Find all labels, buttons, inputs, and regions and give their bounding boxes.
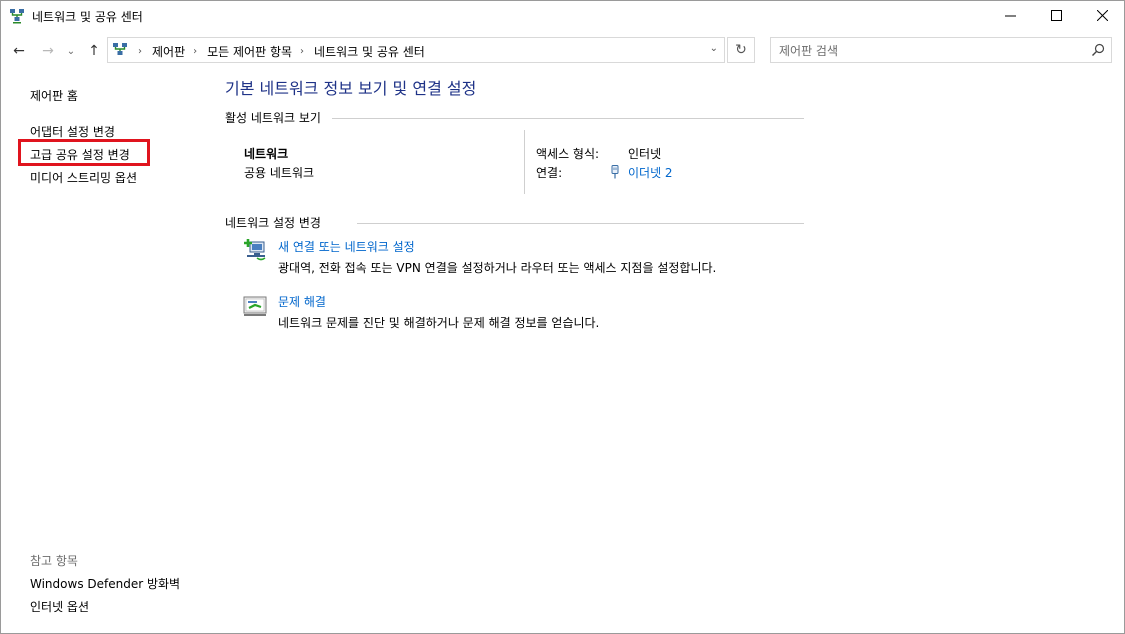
section-divider	[332, 118, 804, 119]
troubleshoot-link[interactable]: 문제 해결	[278, 293, 326, 310]
breadcrumb-separator[interactable]: ›	[138, 46, 142, 57]
section-divider	[357, 223, 804, 224]
close-button[interactable]	[1079, 0, 1125, 31]
up-button[interactable]: ↑	[84, 40, 104, 62]
active-networks-header: 활성 네트워크 보기	[225, 111, 321, 125]
window-title: 네트워크 및 공유 센터	[32, 10, 143, 24]
title-bar: 네트워크 및 공유 센터	[0, 0, 1125, 32]
maximize-icon	[1050, 10, 1062, 21]
media-streaming-options-link[interactable]: 미디어 스트리밍 옵션	[30, 169, 137, 186]
breadcrumb-separator[interactable]: ›	[193, 46, 197, 57]
network-center-icon	[113, 43, 127, 55]
change-settings-header: 네트워크 설정 변경	[225, 216, 321, 230]
search-box[interactable]	[770, 37, 1112, 63]
ethernet-connection-link[interactable]: 이더넷 2	[628, 164, 673, 181]
close-icon	[1096, 10, 1108, 21]
see-also-header: 참고 항목	[30, 554, 78, 568]
breadcrumb-separator[interactable]: ›	[300, 46, 304, 57]
address-bar[interactable]: › 제어판 › 모든 제어판 항목 › 네트워크 및 공유 센터 ⌄	[107, 37, 725, 63]
page-title: 기본 네트워크 정보 보기 및 연결 설정	[225, 79, 477, 98]
back-button[interactable]: ←	[9, 40, 29, 62]
access-type-label: 액세스 형식:	[536, 147, 600, 161]
new-connection-link[interactable]: 새 연결 또는 네트워크 설정	[278, 238, 415, 255]
internet-options-link[interactable]: 인터넷 옵션	[30, 598, 89, 615]
access-type-value: 인터넷	[628, 147, 662, 161]
new-connection-icon	[244, 239, 266, 261]
breadcrumb-network-center[interactable]: 네트워크 및 공유 센터	[314, 43, 425, 60]
address-dropdown-icon[interactable]: ⌄	[710, 43, 718, 54]
breadcrumb-all-items[interactable]: 모든 제어판 항목	[207, 43, 292, 60]
network-name: 네트워크	[244, 147, 289, 161]
refresh-button[interactable]: ↻	[727, 37, 755, 63]
forward-button[interactable]: →	[38, 40, 58, 62]
recent-locations-button[interactable]: ⌄	[64, 40, 78, 62]
vertical-divider	[524, 130, 525, 194]
windows-defender-firewall-link[interactable]: Windows Defender 방화벽	[30, 575, 180, 592]
control-panel-home-link[interactable]: 제어판 홈	[30, 87, 78, 104]
highlight-box	[18, 139, 150, 166]
minimize-button[interactable]	[987, 0, 1033, 31]
change-adapter-settings-link[interactable]: 어댑터 설정 변경	[30, 123, 115, 140]
connections-label: 연결:	[536, 166, 563, 180]
troubleshoot-icon	[243, 296, 267, 316]
minimize-icon	[1004, 15, 1016, 17]
new-connection-description: 광대역, 전화 접속 또는 VPN 연결을 설정하거나 라우터 또는 액세스 지…	[278, 261, 717, 275]
search-icon[interactable]	[1091, 43, 1105, 57]
breadcrumb-control-panel[interactable]: 제어판	[152, 43, 185, 60]
network-type: 공용 네트워크	[244, 166, 315, 180]
ethernet-icon	[611, 165, 619, 179]
breadcrumb: › 제어판 › 모든 제어판 항목 › 네트워크 및 공유 센터	[130, 43, 425, 60]
maximize-button[interactable]	[1033, 0, 1079, 31]
network-center-icon	[10, 9, 24, 24]
troubleshoot-description: 네트워크 문제를 진단 및 해결하거나 문제 해결 정보를 얻습니다.	[278, 316, 600, 330]
search-input[interactable]	[777, 41, 1081, 61]
